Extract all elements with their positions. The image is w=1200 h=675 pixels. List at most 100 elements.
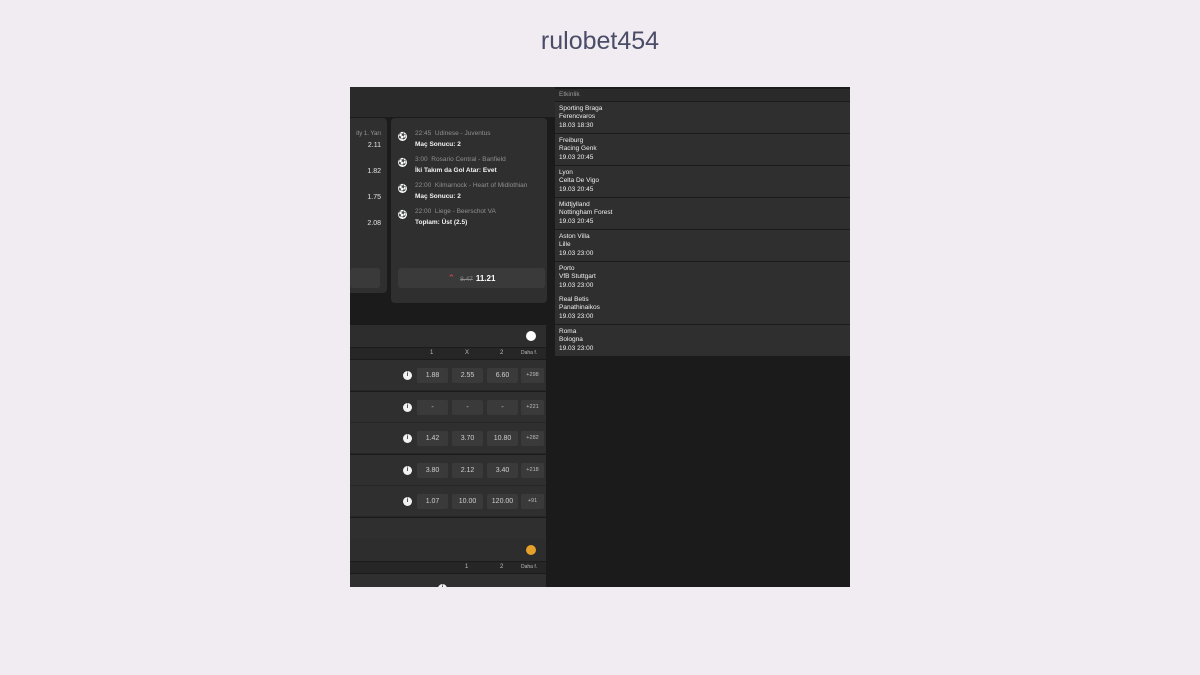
column-label: 1: [430, 350, 434, 356]
more-markets-button[interactable]: +91: [521, 494, 544, 509]
left-card-header: ity 1. Yarı: [356, 131, 381, 137]
bet-match: 22:00 Liege - Beerschot VA: [415, 208, 496, 215]
odd-2[interactable]: 10.80: [487, 431, 518, 446]
screenshot-frame: ity 1. Yarı 2.11 1.82 1.75 2.08 ⚽ 22:45 …: [350, 87, 850, 587]
bet-match: 22:45 Udinese - Juventus: [415, 130, 491, 137]
odd-1[interactable]: 3.80: [417, 463, 448, 478]
events-panel: Etkinlik Sporting Braga Ferencvaros 18.0…: [555, 87, 850, 356]
info-icon[interactable]: i: [403, 434, 412, 443]
basketball-icon: [526, 545, 536, 555]
column-label: X: [465, 350, 470, 356]
odd-2[interactable]: -: [487, 400, 518, 415]
football-icon: ⚽: [398, 158, 407, 167]
match-row: i 1.42 3.70 10.80 +282: [350, 423, 546, 454]
event-item[interactable]: Porto VfB Stuttgart 19.03 23:00: [555, 262, 850, 293]
odd-2[interactable]: 6.60: [487, 368, 518, 383]
away-team: Ferencvaros: [559, 113, 596, 120]
left-odd[interactable]: 2.08: [367, 220, 381, 227]
home-team: Lyon: [559, 169, 573, 176]
event-datetime: 19.03 23:00: [559, 345, 594, 352]
event-item[interactable]: Midtjylland Nottingham Forest 19.03 20:4…: [555, 198, 850, 229]
football-icon: ⚽: [398, 184, 407, 193]
home-team: Freiburg: [559, 137, 584, 144]
event-item[interactable]: Aston Villa Lille 19.03 23:00: [555, 230, 850, 261]
left-odds-card: ity 1. Yarı 2.11 1.82 1.75 2.08: [350, 118, 387, 293]
event-datetime: 19.03 20:45: [559, 154, 594, 161]
old-odds: 8.47: [460, 276, 473, 283]
match-row: i 3.80 2.12 3.40 +218: [350, 455, 546, 486]
left-odd[interactable]: 1.82: [367, 168, 381, 175]
odd-1[interactable]: 1.42: [417, 431, 448, 446]
match-row: i - - - +221: [350, 392, 546, 423]
odd-x[interactable]: 2.55: [452, 368, 483, 383]
away-team: Bologna: [559, 336, 583, 343]
match-row: i 1.07 10.00 120.00 +91: [350, 486, 546, 517]
info-icon[interactable]: i: [438, 584, 447, 587]
away-team: Panathinaikos: [559, 304, 600, 311]
match-row: i: [350, 574, 546, 587]
more-markets-button[interactable]: +298: [521, 368, 544, 383]
event-item[interactable]: Freiburg Racing Genk 19.03 20:45: [555, 134, 850, 165]
event-item[interactable]: Lyon Celta De Vigo 19.03 20:45: [555, 166, 850, 197]
odd-1[interactable]: -: [417, 400, 448, 415]
section-footer: [350, 518, 546, 540]
football-column-header: 1 X 2 Daha f.: [350, 348, 546, 359]
odd-2[interactable]: 120.00: [487, 494, 518, 509]
info-icon[interactable]: i: [403, 403, 412, 412]
away-team: Racing Genk: [559, 145, 597, 152]
page-title: rulobet454: [540, 27, 660, 55]
bet-selection: İki Takım da Gol Atar: Evet: [415, 167, 497, 174]
column-label: 2: [500, 564, 504, 570]
event-datetime: 19.03 20:45: [559, 186, 594, 193]
column-label: Daha f.: [521, 564, 538, 570]
odd-1[interactable]: 1.88: [417, 368, 448, 383]
bet-match: 22:00 Kilmarnock - Heart of Midlothian: [415, 182, 528, 189]
home-team: Sporting Braga: [559, 105, 603, 112]
home-team: Roma: [559, 328, 577, 335]
event-datetime: 19.03 20:45: [559, 218, 594, 225]
event-item[interactable]: Roma Bologna 19.03 23:00: [555, 325, 850, 356]
football-icon: ⚽: [398, 210, 407, 219]
info-icon[interactable]: i: [403, 466, 412, 475]
add-coupon-button[interactable]: ⌃ 8.47 11.21: [398, 268, 545, 288]
bet-selection: Maç Sonucu: 2: [415, 141, 461, 148]
coupon-card: ⚽ 22:45 Udinese - Juventus Maç Sonucu: 2…: [391, 118, 547, 303]
odds-up-icon: ⌃: [447, 273, 456, 283]
odd-x[interactable]: -: [452, 400, 483, 415]
bet-selection: Maç Sonucu: 2: [415, 193, 461, 200]
football-icon: [526, 331, 536, 341]
info-icon[interactable]: i: [403, 497, 412, 506]
event-item[interactable]: Real Betis Panathinaikos 19.03 23:00: [555, 293, 850, 324]
odd-1[interactable]: 1.07: [417, 494, 448, 509]
left-card-button[interactable]: [350, 268, 380, 288]
football-section-header: [350, 325, 546, 347]
event-item[interactable]: Sporting Braga Ferencvaros 18.03 18:30: [555, 102, 850, 133]
event-datetime: 18.03 18:30: [559, 122, 594, 129]
event-datetime: 19.03 23:00: [559, 250, 594, 257]
column-label: 2: [500, 350, 504, 356]
left-odd[interactable]: 1.75: [367, 194, 381, 201]
more-markets-button[interactable]: +218: [521, 463, 544, 478]
more-markets-button[interactable]: +282: [521, 431, 544, 446]
home-team: Aston Villa: [559, 233, 590, 240]
odd-x[interactable]: 3.70: [452, 431, 483, 446]
more-markets-button[interactable]: +221: [521, 400, 544, 415]
home-team: Midtjylland: [559, 201, 590, 208]
basketball-column-header: 1 2 Daha f.: [350, 562, 546, 573]
event-datetime: 19.03 23:00: [559, 313, 594, 320]
away-team: Lille: [559, 241, 571, 248]
home-team: Real Betis: [559, 296, 589, 303]
left-odd[interactable]: 2.11: [368, 142, 381, 149]
odd-x[interactable]: 10.00: [452, 494, 483, 509]
basketball-section-header: [350, 539, 546, 561]
away-team: Celta De Vigo: [559, 177, 599, 184]
bet-match: 3:00 Rosario Central - Banfield: [415, 156, 506, 163]
odd-x[interactable]: 2.12: [452, 463, 483, 478]
odd-2[interactable]: 3.40: [487, 463, 518, 478]
away-team: VfB Stuttgart: [559, 273, 596, 280]
top-bar: [350, 87, 555, 117]
new-odds: 11.21: [475, 274, 496, 283]
column-label: 1: [465, 564, 469, 570]
events-header: Etkinlik: [555, 89, 850, 101]
info-icon[interactable]: i: [403, 371, 412, 380]
